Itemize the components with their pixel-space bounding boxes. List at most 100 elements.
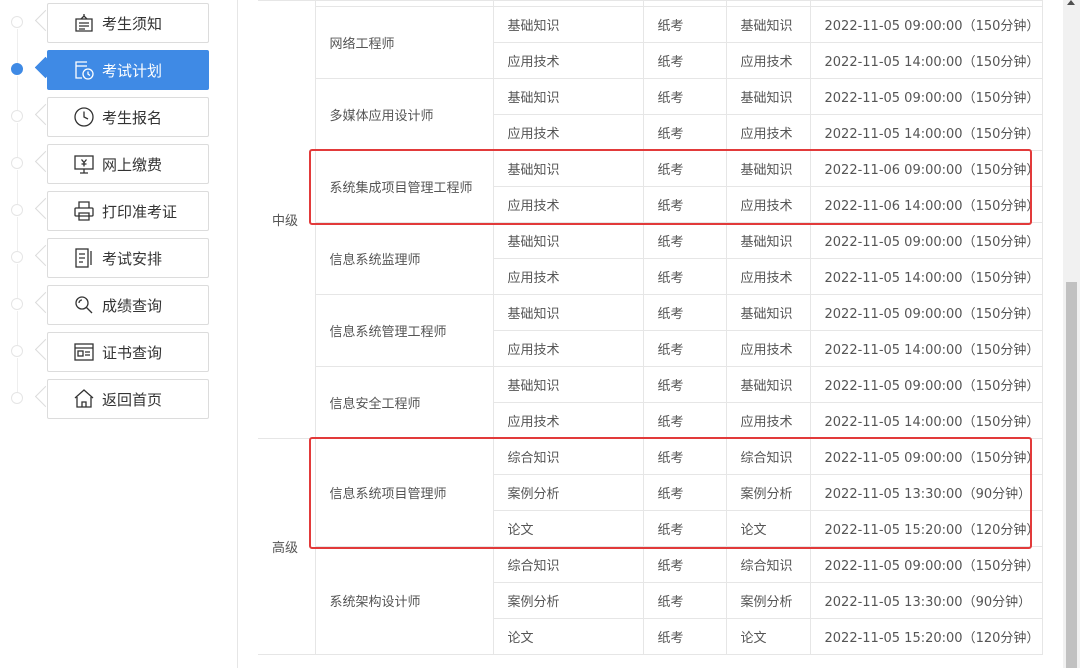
subject-cell: 应用技术	[492, 186, 644, 223]
subject-cell: 应用技术	[492, 330, 644, 367]
exam-form-cell: 纸考	[642, 186, 727, 223]
exam-time-cell: 2022-11-05 09:00:00（150分钟）	[809, 222, 1043, 259]
subject-cell: 论文	[725, 618, 811, 655]
subject-cell: 案例分析	[725, 474, 811, 511]
subject-cell: 案例分析	[725, 582, 811, 619]
exam-form-cell: 纸考	[642, 42, 727, 79]
exam-time-cell: 2022-11-05 09:00:00（150分钟）	[809, 366, 1043, 403]
exam-form-cell: 纸考	[642, 222, 727, 259]
sidebar-item[interactable]: 考试安排	[0, 238, 240, 278]
sidebar-item-label: 考生须知	[102, 14, 163, 33]
table-row: 多媒体应用设计师 基础知识 纸考 基础知识 2022-11-05 09:00:00（15…	[258, 78, 1043, 151]
sidebar-item-button[interactable]: 证书查询	[47, 332, 209, 372]
sidebar-item[interactable]: 考生报名	[0, 97, 240, 137]
scroll-thumb[interactable]	[1066, 282, 1077, 668]
exam-time-cell: 2022-11-05 13:30:00（90分钟）	[809, 474, 1043, 511]
notice-icon	[72, 11, 96, 35]
subject-cell: 基础知识	[492, 222, 644, 259]
exam-time-cell: 2022-11-05 09:00:00（150分钟）	[809, 78, 1043, 115]
sidebar-item-button[interactable]: 返回首页	[47, 379, 209, 419]
exam-form-cell: 纸考	[642, 582, 727, 619]
sidebar-item-button[interactable]: 考生须知	[47, 3, 209, 43]
sidebar-item[interactable]: 返回首页	[0, 379, 240, 419]
sidebar-item[interactable]: 考试计划	[0, 50, 240, 90]
exam-time-cell: 2022-11-05 14:00:00（150分钟）	[809, 258, 1043, 295]
step-dot	[11, 157, 23, 169]
sidebar-item-label: 网上缴费	[102, 155, 163, 174]
exam-name-cell: 网络工程师	[314, 6, 494, 79]
sidebar-item-label: 考试安排	[102, 249, 163, 268]
table-row: 系统集成项目管理工程师 基础知识 纸考 基础知识 2022-11-06 09:00:00…	[258, 150, 1043, 223]
step-dot	[11, 16, 23, 28]
subject-cell: 综合知识	[492, 546, 644, 583]
subject-cell: 应用技术	[725, 402, 811, 439]
exam-time-cell: 2022-11-05 09:00:00（150分钟）	[809, 6, 1043, 43]
exam-form-cell: 纸考	[642, 366, 727, 403]
clock-icon	[72, 105, 96, 129]
exam-form-cell: 纸考	[642, 150, 727, 187]
exam-form-cell: 纸考	[642, 402, 727, 439]
sidebar-item-button[interactable]: 考生报名	[47, 97, 209, 137]
exam-form-cell: 纸考	[642, 258, 727, 295]
exam-name-cell: 信息安全工程师	[314, 366, 494, 439]
exam-time-cell: 2022-11-05 09:00:00（150分钟）	[809, 546, 1043, 583]
sidebar-item-button[interactable]: 考试安排	[47, 238, 209, 278]
sidebar-item-button[interactable]: 考试计划	[47, 50, 209, 90]
exam-time-cell: 2022-11-05 09:00:00（150分钟）	[809, 438, 1043, 475]
subject-cell: 基础知识	[492, 294, 644, 331]
scroll-up-arrow-icon[interactable]	[1067, 0, 1075, 5]
exam-form-cell: 纸考	[642, 78, 727, 115]
subject-cell: 应用技术	[725, 258, 811, 295]
sidebar-item-button[interactable]: 网上缴费	[47, 144, 209, 184]
step-dot	[11, 345, 23, 357]
exam-name-cell: 多媒体应用设计师	[314, 78, 494, 151]
table-row: 信息系统监理师 基础知识 纸考 基础知识 2022-11-05 09:00:00（150…	[258, 222, 1043, 295]
sidebar-item-label: 考试计划	[102, 61, 163, 80]
subject-cell: 基础知识	[492, 150, 644, 187]
table-row: 网络工程师 基础知识 纸考 基础知识 2022-11-05 09:00:00（150分钟…	[258, 6, 1043, 79]
subject-cell: 基础知识	[492, 6, 644, 43]
exam-form-cell: 纸考	[642, 6, 727, 43]
calendar-clock-icon	[72, 58, 96, 82]
subject-cell: 综合知识	[492, 438, 644, 475]
subject-cell: 案例分析	[492, 582, 644, 619]
subject-cell: 基础知识	[725, 294, 811, 331]
subject-cell: 综合知识	[725, 546, 811, 583]
printer-icon	[72, 199, 96, 223]
sidebar-item-button[interactable]: 成绩查询	[47, 285, 209, 325]
panel-divider	[237, 0, 238, 668]
exam-time-cell: 2022-11-05 15:20:00（120分钟）	[809, 510, 1043, 547]
sidebar-item[interactable]: 网上缴费	[0, 144, 240, 184]
sidebar-item[interactable]: 打印准考证	[0, 191, 240, 231]
exam-name-cell: 信息系统项目管理师	[314, 438, 494, 547]
subject-cell: 基础知识	[725, 150, 811, 187]
exam-form-cell: 纸考	[642, 474, 727, 511]
sidebar-item[interactable]: 考生须知	[0, 3, 240, 43]
subject-cell: 基础知识	[725, 366, 811, 403]
subject-cell: 基础知识	[492, 366, 644, 403]
exam-form-cell: 纸考	[642, 618, 727, 655]
step-dot	[11, 392, 23, 404]
certificate-icon	[72, 340, 96, 364]
exam-time-cell: 2022-11-05 15:20:00（120分钟）	[809, 618, 1043, 655]
sidebar-item-button[interactable]: 打印准考证	[47, 191, 209, 231]
exam-name-cell: 系统集成项目管理工程师	[314, 150, 494, 223]
exam-schedule-table: 中级 网络工程师 基础知识 纸考 基础知识 2022-11-05 09:00:00（150…	[258, 0, 1043, 655]
exam-time-cell: 2022-11-05 14:00:00（150分钟）	[809, 42, 1043, 79]
sidebar-item-label: 考生报名	[102, 108, 163, 127]
sidebar-item-label: 成绩查询	[102, 296, 163, 315]
exam-time-cell: 2022-11-05 14:00:00（150分钟）	[809, 402, 1043, 439]
sidebar-item[interactable]: 证书查询	[0, 332, 240, 372]
exam-time-cell: 2022-11-05 09:00:00（150分钟）	[809, 294, 1043, 331]
sidebar-item[interactable]: 成绩查询	[0, 285, 240, 325]
exam-name-cell: 系统架构设计师	[314, 546, 494, 655]
exam-form-cell: 纸考	[642, 438, 727, 475]
step-dot	[11, 63, 23, 75]
step-dot	[11, 204, 23, 216]
exam-form-cell: 纸考	[642, 294, 727, 331]
subject-cell: 基础知识	[725, 6, 811, 43]
exam-time-cell: 2022-11-05 14:00:00（150分钟）	[809, 330, 1043, 367]
level-cell: 中级	[258, 0, 316, 439]
table-row: 信息系统管理工程师 基础知识 纸考 基础知识 2022-11-05 09:00:00（1…	[258, 294, 1043, 367]
vertical-scrollbar[interactable]	[1063, 0, 1080, 668]
